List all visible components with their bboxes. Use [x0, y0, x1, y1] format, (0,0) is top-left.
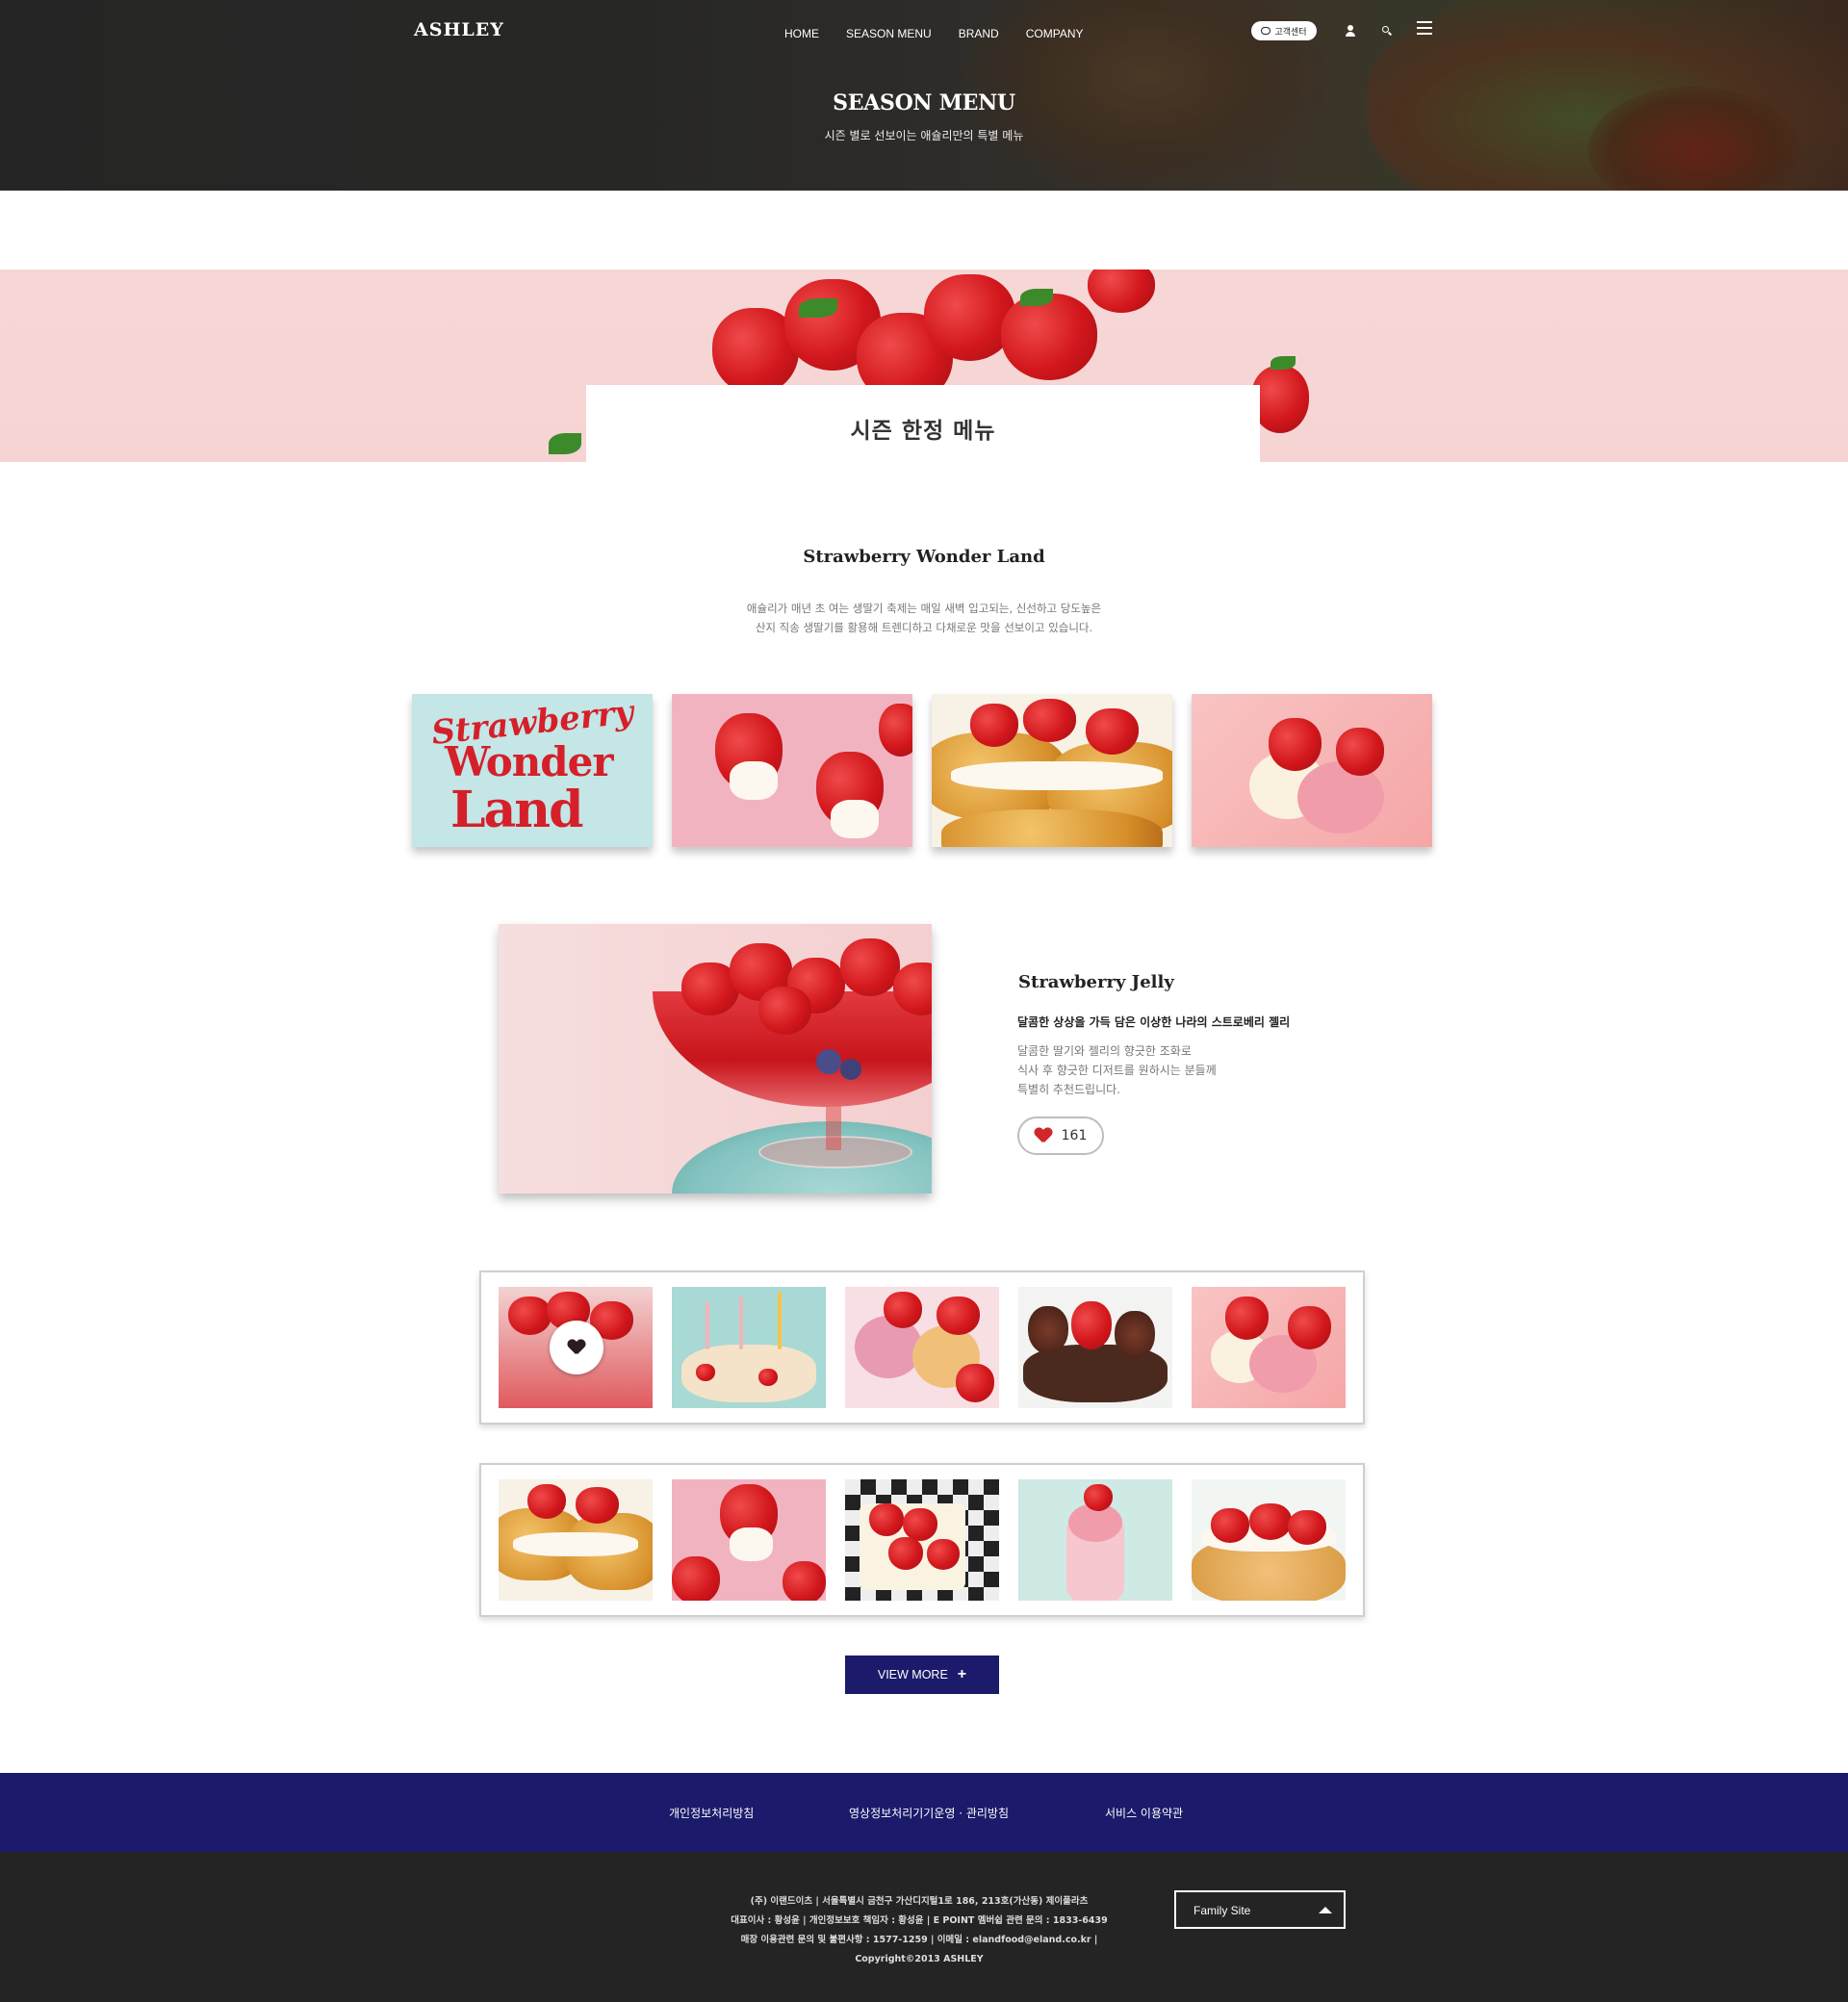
page-subtitle: 시즌 별로 선보이는 애슐리만의 특별 메뉴 — [824, 129, 1024, 142]
customer-center-button[interactable]: 고객센터 — [1251, 21, 1317, 40]
promo-thumb-ice-cream[interactable] — [1192, 694, 1432, 847]
user-icon[interactable] — [1341, 21, 1360, 40]
strawberry-image — [1088, 270, 1155, 313]
copyright: Copyright©2013 ASHLEY — [855, 1954, 984, 1964]
main-nav: HOME SEASON MENU BRAND COMPANY — [784, 27, 1084, 40]
promo-thumb-wonderland[interactable]: Strawberry Wonder Land — [412, 694, 653, 847]
nav-home[interactable]: HOME — [784, 27, 819, 40]
nav-company[interactable]: COMPANY — [1026, 27, 1084, 40]
menu-thumb-strip — [479, 1270, 1365, 1424]
chevron-up-icon — [1319, 1907, 1332, 1913]
menu-thumb-strawberry-smoothie[interactable] — [1018, 1479, 1172, 1601]
section-description: 애슐리가 매년 초 여는 생딸기 축제는 매일 새벽 입고되는, 신선하고 당도… — [746, 602, 1102, 634]
menu-thumb-strawberry-cake-slices[interactable] — [672, 1287, 826, 1408]
feature-image-strawberry-jelly — [499, 924, 932, 1194]
feature-description: 달콤한 딸기와 젤리의 향긋한 조화로 식사 후 향긋한 디저트를 원하시는 분… — [1017, 1044, 1217, 1096]
plus-icon: + — [957, 1666, 967, 1682]
menu-thumb-strip — [479, 1463, 1365, 1617]
menu-thumb-chocolate-strawberries[interactable] — [1018, 1287, 1172, 1408]
feature-subtitle: 달콤한 상상을 가득 담은 이상한 나라의 스트로베리 젤리 — [1017, 1015, 1291, 1029]
promo-thumb-choco-strawberry[interactable] — [672, 694, 912, 847]
page-title: SEASON MENU — [833, 90, 1015, 116]
promo-thumb-croffle[interactable] — [932, 694, 1172, 847]
menu-thumb-strawberry-donuts[interactable] — [845, 1287, 999, 1408]
footer: (주) 이랜드이츠 | 서울특별시 금천구 가산디지털1로 186, 213호(… — [0, 1852, 1848, 2002]
favorite-icon — [550, 1321, 603, 1374]
menu-thumb-croffle[interactable] — [499, 1479, 653, 1601]
banner-title: 시즌 한정 메뉴 — [850, 419, 996, 444]
privacy-policy-link[interactable]: 개인정보처리방침 — [669, 1805, 754, 1821]
menu-thumb-strawberry-shortcake[interactable] — [845, 1479, 999, 1601]
nav-season-menu[interactable]: SEASON MENU — [846, 27, 932, 40]
menu-icon[interactable] — [1417, 21, 1432, 37]
cctv-policy-link[interactable]: 영상정보처리기기운영 · 관리방침 — [849, 1805, 1009, 1821]
like-button[interactable]: 161 — [1017, 1116, 1104, 1155]
strawberry-image — [1001, 294, 1097, 380]
strawberry-image — [1251, 366, 1309, 433]
menu-thumb-choco-strawberry[interactable] — [672, 1479, 826, 1601]
nav-brand[interactable]: BRAND — [959, 27, 999, 40]
like-count: 161 — [1061, 1128, 1088, 1143]
menu-thumb-strawberry-birthday-cake[interactable] — [1192, 1479, 1346, 1601]
heart-icon — [1035, 1128, 1052, 1143]
hero-header: ASHLEY HOME SEASON MENU BRAND COMPANY 고객… — [0, 0, 1848, 191]
footer-links-bar: 개인정보처리방침 영상정보처리기기운영 · 관리방침 서비스 이용약관 — [0, 1773, 1848, 1852]
customer-center-label: 고객센터 — [1274, 27, 1307, 38]
section-title: Strawberry Wonder Land — [803, 547, 1045, 567]
logo[interactable]: ASHLEY — [414, 19, 504, 40]
chat-bubble-icon — [1261, 27, 1271, 35]
feature-title: Strawberry Jelly — [1018, 972, 1174, 992]
search-icon[interactable] — [1376, 21, 1396, 40]
company-info: (주) 이랜드이츠 | 서울특별시 금천구 가산디지털1로 186, 213호(… — [0, 1892, 1838, 1969]
menu-thumb-strawberry-jelly[interactable] — [499, 1287, 653, 1408]
view-more-button[interactable]: VIEW MORE + — [845, 1656, 999, 1694]
menu-thumb-strawberry-ice-cream[interactable] — [1192, 1287, 1346, 1408]
family-site-select[interactable]: Family Site — [1174, 1890, 1346, 1929]
terms-of-service-link[interactable]: 서비스 이용약관 — [1105, 1805, 1183, 1821]
